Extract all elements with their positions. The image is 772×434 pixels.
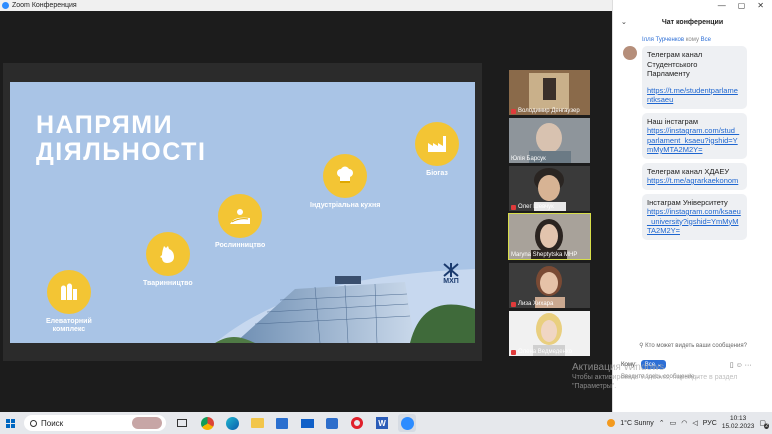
chat-panel: — ▢ ✕ ⌄ Чат конференции Ілля Турченков к… [612,0,772,412]
chat-message: Телеграм канал Студентського Парламенту … [642,46,747,109]
participant-tile[interactable]: Олег Шевчук [509,166,590,211]
windows-start-icon[interactable] [0,412,20,434]
tray-overflow-icon[interactable]: ⌃ [659,419,665,427]
message-group: Телеграм канал Студентського Парламенту … [613,46,772,240]
taskbar-search[interactable]: Поиск [24,415,166,431]
person-icon: ⚲ [639,343,644,349]
participant-tile[interactable]: Юлія Барсук [509,118,590,163]
recipient-name[interactable]: Все [701,37,711,43]
participant-name: Maryna Sheptytska MHP [511,252,578,258]
message-link[interactable]: https://t.me/studentparlamentksaeu [647,86,742,105]
chat-message: Телеграм канал ХДАЕУ https://t.me/agrark… [642,162,747,190]
recipient-dropdown[interactable]: Все ⌄ [640,360,666,369]
mhp-logo-icon [443,263,459,277]
chrome-icon[interactable] [198,414,216,432]
category-industrial-kitchen: Індустріальна кухня [310,154,380,210]
slide-title: НАПРЯМИ ДІЯЛЬНОСТІ [36,111,207,166]
search-highlight-icon [132,417,162,429]
chat-title: Чат конференции [661,18,724,26]
mail-icon[interactable] [298,414,316,432]
participant-name: Юлія Барсук [511,156,546,162]
edge-icon[interactable] [223,414,241,432]
participant-name: Олена Ведмеденко [511,349,572,355]
language-indicator[interactable]: РУС [703,420,717,427]
taskbar: Поиск W 1°C Sunny ⌃ ▭ ◠ ◁ РУС 10:13 15.0… [0,412,772,434]
category-livestock: Тваринництво [143,232,193,288]
more-icon[interactable]: ··· [745,362,752,369]
recipient-row: Кому: Все ⌄ ▯ ☺ ··· [621,360,752,369]
who-can-see-link[interactable]: ⚲ Кто может видеть ваши сообщения? [613,342,772,349]
participant-name: Лиза Хихара [511,301,553,307]
mic-muted-icon [511,349,516,355]
message-link[interactable]: https://instagram.com/stud_parlament_ksa… [647,126,742,155]
participant-tile[interactable]: Олена Ведмеденко [509,311,590,356]
window-controls: — ▢ ✕ [613,0,772,11]
message-meta: Ілля Турченков кому Все [642,37,711,43]
participant-name: Володимир Денгаузер [511,108,580,114]
participant-name: Олег Шевчук [511,204,554,210]
rooster-icon [145,232,190,276]
close-icon[interactable]: ✕ [757,1,764,10]
sender-name[interactable]: Ілля Турченков [642,37,684,43]
participant-tile[interactable]: Лиза Хихара [509,263,590,308]
mic-muted-icon [511,204,516,210]
window-titlebar: Zoom Конференция [0,0,612,11]
store-icon[interactable] [273,414,291,432]
file-icon[interactable]: ▯ [730,362,734,369]
mic-muted-icon [511,108,516,114]
field-icon [218,194,263,238]
chat-message: Наш інстаграм https://instagram.com/stud… [642,112,747,159]
mic-muted-icon [511,301,516,307]
category-biogas: Біогаз [415,122,459,178]
maximize-icon[interactable]: ▢ [738,1,746,10]
factory-icon [415,122,459,166]
chef-hat-icon [323,154,368,198]
network-icon[interactable]: ◠ [681,419,687,427]
participant-tile-active-speaker[interactable]: Maryna Sheptytska MHP [508,213,591,260]
volume-icon[interactable]: ◁ [692,419,697,427]
opera-icon[interactable] [348,414,366,432]
notification-icon[interactable]: ▢ 2 [759,419,769,429]
category-crop-farming: Рослинництво [215,194,265,250]
clock[interactable]: 10:13 15.02.2023 [722,415,755,431]
battery-icon[interactable]: ▭ [670,419,677,427]
weather-icon [607,419,616,427]
message-link[interactable]: https://t.me/agrarkaekonom [647,176,742,186]
emoji-icon[interactable]: ☺ [736,362,743,369]
minimize-icon[interactable]: — [718,1,726,10]
weather-text[interactable]: 1°C Sunny [620,420,654,427]
silo-icon [46,270,91,314]
message-link[interactable]: https://instagram.com/ksaeu_university?i… [647,207,742,236]
search-icon [30,419,37,427]
mhp-logo: МХП [442,262,460,285]
category-elevator-complex: Елеваторний комплекс [46,270,92,334]
avatar [623,46,637,60]
office-building-image [215,269,475,343]
chat-input[interactable]: Введите здесь сообщение... [621,374,700,380]
chat-message: Інстаграм Університету https://instagram… [642,193,747,240]
store-bag-icon[interactable] [323,414,341,432]
word-icon[interactable]: W [373,414,391,432]
zoom-icon[interactable] [398,414,416,432]
system-tray: 1°C Sunny ⌃ ▭ ◠ ◁ РУС 10:13 15.02.2023 ▢… [607,415,772,431]
chat-header: ⌄ Чат конференции [613,11,772,33]
participant-tile[interactable]: Володимир Денгаузер [509,70,590,115]
zoom-logo-icon [2,2,9,9]
window-title: Zoom Конференция [12,2,77,9]
task-view-icon[interactable] [173,414,191,432]
presentation-slide: НАПРЯМИ ДІЯЛЬНОСТІ Біогаз Індустріальна … [10,82,475,343]
file-explorer-icon[interactable] [248,414,266,432]
chevron-down-icon[interactable]: ⌄ [621,18,627,26]
